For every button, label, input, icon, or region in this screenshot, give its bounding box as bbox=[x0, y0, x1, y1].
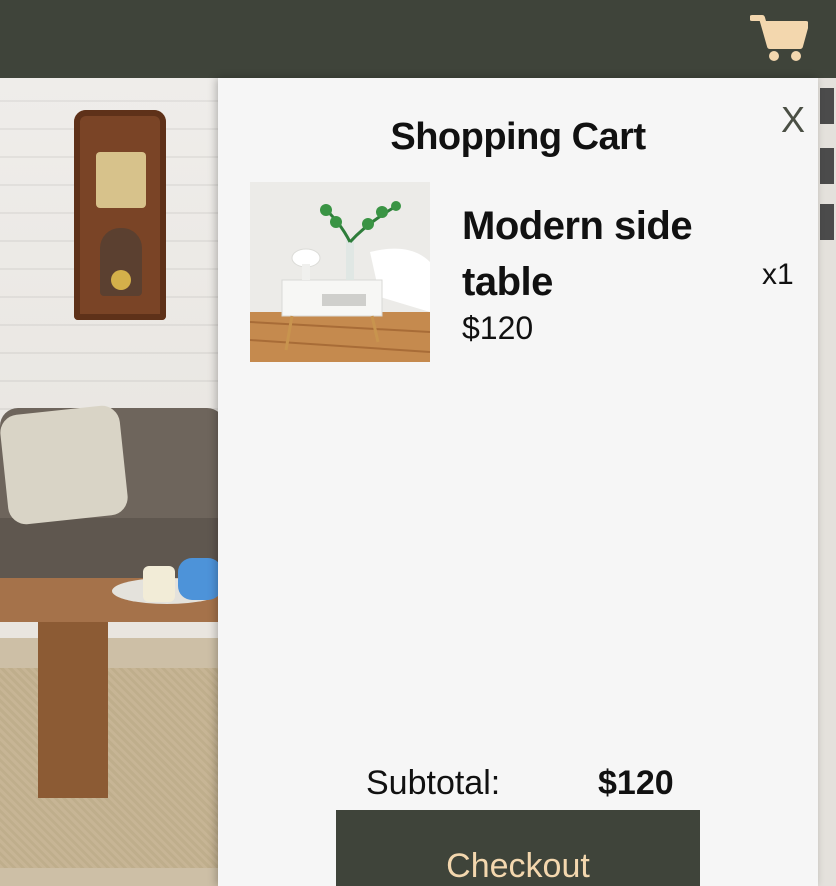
coffee-table-leg bbox=[38, 622, 108, 798]
product-name[interactable]: Modern side table bbox=[462, 198, 722, 310]
cart-title: Shopping Cart bbox=[390, 116, 646, 158]
right-wall-edge bbox=[818, 78, 836, 886]
product-price: $120 bbox=[462, 310, 534, 346]
subtotal-label: Subtotal: bbox=[366, 764, 501, 802]
wall-clock bbox=[74, 110, 166, 320]
candle bbox=[143, 566, 175, 602]
checkout-button[interactable]: Checkout bbox=[336, 810, 700, 886]
clock-face bbox=[96, 152, 146, 208]
product-image[interactable] bbox=[250, 182, 430, 362]
picture-frame bbox=[820, 148, 834, 184]
subtotal-value: $120 bbox=[598, 764, 674, 802]
shopping-cart-icon bbox=[749, 15, 809, 61]
cart-button[interactable] bbox=[749, 12, 809, 64]
top-nav-bar bbox=[0, 0, 836, 78]
blue-decor bbox=[178, 558, 222, 600]
close-cart-button[interactable]: X bbox=[778, 100, 808, 140]
shopping-cart-drawer: Shopping Cart X Modern side table $120 x… bbox=[218, 78, 818, 886]
rug bbox=[0, 668, 230, 868]
picture-frame bbox=[820, 88, 834, 124]
clock-pendulum bbox=[111, 270, 131, 290]
bird-pillow bbox=[0, 404, 130, 526]
picture-frame bbox=[820, 204, 834, 240]
cart-item: Modern side table $120 x1 bbox=[250, 182, 798, 362]
side-table-photo bbox=[250, 182, 430, 362]
product-quantity: x1 bbox=[762, 258, 794, 291]
